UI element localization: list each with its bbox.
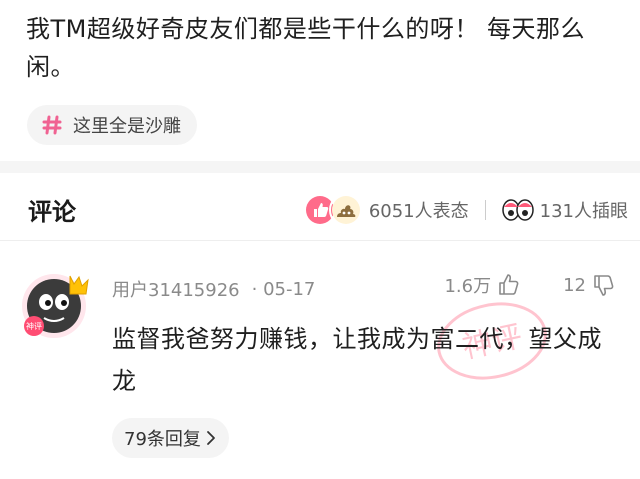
dislike-count: 12 <box>563 274 586 296</box>
separator <box>484 200 486 220</box>
section-divider <box>0 161 640 173</box>
avatar-icon: 神评 <box>22 274 89 338</box>
username[interactable]: 用户31415926 <box>112 276 240 302</box>
like-count: 1.6万 <box>444 276 492 297</box>
eyes-icon <box>501 199 534 221</box>
topic-chip[interactable]: 这里全是沙雕 <box>27 105 197 145</box>
replies-button[interactable]: 79条回复 <box>112 418 229 458</box>
comment-date: · 05-17 <box>251 278 316 300</box>
replies-label: 79条回复 <box>124 429 201 450</box>
dislike-button[interactable]: 12 <box>563 273 616 297</box>
eye-count: 131人插眼 <box>539 201 628 222</box>
hashtag-icon <box>42 115 62 135</box>
thumbs-down-icon <box>594 275 614 296</box>
like-button[interactable]: 1.6万 <box>444 272 521 298</box>
comments-heading: 评论 <box>28 198 76 226</box>
avatar-badge-text: 神评 <box>26 321 42 331</box>
reaction-icons <box>302 193 363 227</box>
post-text: 我TM超级好奇皮友们都是些干什么的呀！ 每天那么闲。 <box>26 15 585 81</box>
chevron-right-icon <box>207 431 215 445</box>
comment-meta: 用户31415926 · 05-17 <box>112 276 315 302</box>
reactions-bar[interactable]: 6051人表态 131人插眼 <box>302 190 628 230</box>
poop-reaction-icon <box>328 193 363 227</box>
comment-text: 监督我爸努力赚钱，让我成为富二代，望父成龙 <box>112 325 602 395</box>
topic-label: 这里全是沙雕 <box>73 116 181 137</box>
reaction-count: 6051人表态 <box>368 201 469 222</box>
header-divider <box>0 240 640 241</box>
comment-actions: 1.6万 12 <box>444 272 616 298</box>
avatar[interactable]: 神评 <box>18 264 98 344</box>
thumbs-up-icon <box>499 274 519 295</box>
